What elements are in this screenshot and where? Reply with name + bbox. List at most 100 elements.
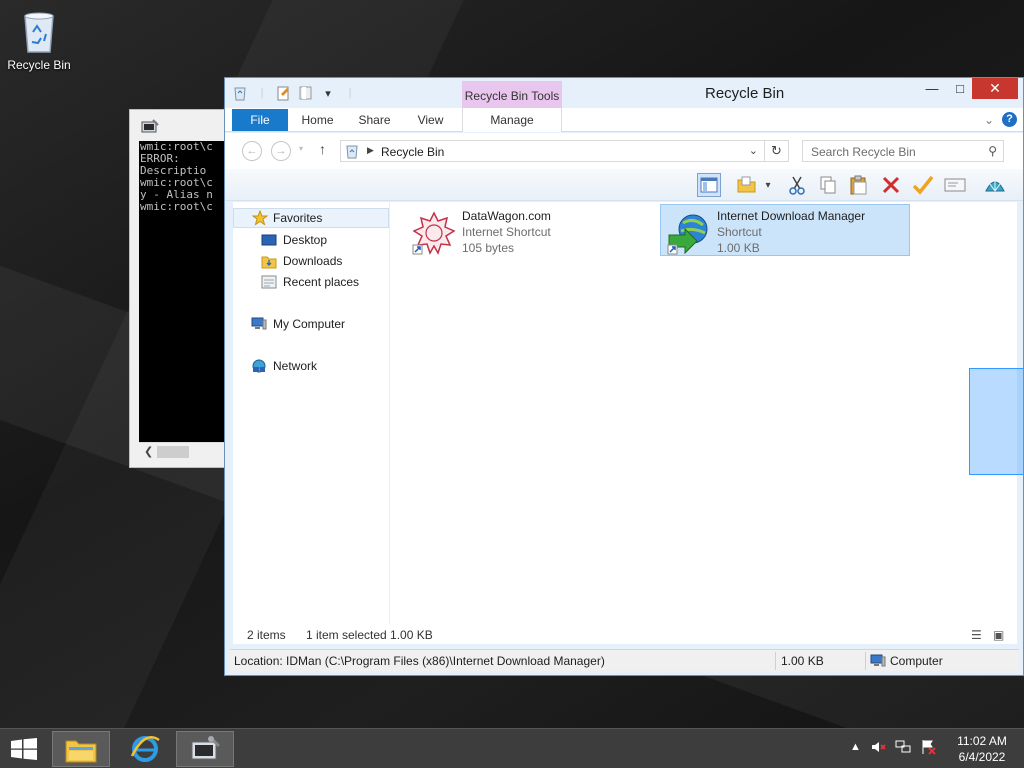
file-size: 105 bytes — [462, 241, 515, 255]
location-details-bar: Location: IDMan (C:\Program Files (x86)\… — [230, 649, 1019, 671]
refresh-button[interactable]: ↻ — [765, 140, 789, 162]
search-icon[interactable]: ⚲ — [988, 144, 997, 158]
up-arrow-icon[interactable]: ↑ — [319, 141, 326, 157]
delete-button[interactable] — [879, 173, 903, 197]
computer-icon — [251, 317, 267, 330]
desktop-recycle-bin-label: Recycle Bin — [7, 58, 71, 72]
address-bar-row: ← → ▾ ↑ ▶ Recycle Bin ⌄ ↻ Search Recycle… — [225, 133, 1023, 169]
list-item-selected[interactable]: Internet Download Manager Shortcut 1.00 … — [660, 204, 910, 256]
windows-start-icon[interactable] — [10, 738, 38, 760]
breadcrumb-separator-icon[interactable]: ▶ — [367, 145, 374, 156]
search-input[interactable]: Search Recycle Bin — [811, 145, 916, 159]
sidebar-item-favorites[interactable]: Favorites — [233, 208, 389, 228]
scroll-left-icon[interactable]: ❮ — [144, 445, 153, 458]
internet-explorer-icon — [130, 736, 160, 762]
breadcrumb-path[interactable]: Recycle Bin — [381, 145, 444, 159]
star-icon — [252, 210, 268, 226]
item-count: 2 items — [247, 628, 286, 642]
command-toolbar: ▾ — [225, 169, 1023, 201]
recent-locations-chevron-icon[interactable]: ▾ — [299, 144, 303, 153]
network-icon — [252, 359, 266, 373]
maximize-button[interactable]: □ — [945, 78, 975, 100]
action-center-flag-icon[interactable] — [920, 739, 936, 755]
close-button[interactable]: ✕ — [972, 78, 1018, 99]
list-item[interactable]: DataWagon.com Internet Shortcut 105 byte… — [406, 205, 646, 257]
sidebar-item-label: Favorites — [273, 211, 323, 225]
minimize-button[interactable]: — — [917, 78, 947, 100]
tab-manage[interactable]: Manage — [462, 108, 562, 132]
file-list[interactable]: DataWagon.com Internet Shortcut 105 byte… — [390, 202, 1024, 624]
recycle-bin-small-icon[interactable] — [231, 84, 249, 102]
shell-extension-button[interactable] — [983, 173, 1007, 197]
ribbon-tabs: File Home Share View Manage ⌄ ? — [225, 108, 1023, 132]
help-icon[interactable]: ? — [1002, 112, 1017, 127]
file-name: Internet Download Manager — [717, 209, 866, 223]
properties-icon[interactable] — [275, 84, 293, 102]
file-explorer-icon — [65, 740, 97, 763]
scissors-icon — [789, 176, 805, 195]
expand-ribbon-chevron-icon[interactable]: ⌄ — [984, 113, 994, 127]
cut-button[interactable] — [785, 173, 809, 197]
location-size: 1.00 KB — [781, 654, 824, 668]
divider — [865, 652, 866, 670]
datawagon-shortcut-icon — [412, 211, 456, 255]
back-button[interactable]: ← — [242, 141, 262, 161]
quick-access-toolbar: | ▾ | — [231, 84, 359, 102]
move-to-folder-button[interactable] — [735, 173, 759, 197]
explorer-window[interactable]: | ▾ | Recycle Bin Tools Recycle Bin — □ … — [224, 77, 1024, 676]
sidebar-item-label: My Computer — [273, 317, 346, 331]
downloads-folder-icon — [261, 256, 277, 269]
folder-options-chevron-icon[interactable]: ▾ — [761, 173, 775, 197]
forward-button[interactable]: → — [271, 141, 291, 161]
copy-icon — [820, 176, 836, 194]
window-title: Recycle Bin — [705, 85, 785, 102]
tab-share[interactable]: Share — [352, 108, 397, 132]
sidebar-item-label: Recent places — [283, 275, 360, 289]
show-hidden-icons-chevron-icon[interactable]: ▲ — [850, 741, 861, 753]
scroll-thumb[interactable] — [157, 446, 189, 458]
console-window[interactable]: wmic:root\c ERROR: Descriptio wmic:root\c y … — [129, 109, 239, 468]
selection-info: 1 item selected 1.00 KB — [306, 628, 433, 642]
taskbar-internet-explorer[interactable] — [116, 731, 174, 767]
restore-button[interactable] — [911, 173, 935, 197]
sidebar-item-network[interactable]: Network — [251, 356, 317, 376]
wmic-console-icon — [191, 735, 221, 760]
large-icons-view-icon[interactable]: ▣ — [993, 628, 1004, 642]
search-box[interactable]: Search Recycle Bin ⚲ — [802, 140, 1004, 162]
taskbar-console[interactable] — [176, 731, 234, 767]
title-bar[interactable]: | ▾ | Recycle Bin Tools Recycle Bin — □ … — [225, 78, 1023, 108]
sidebar-item-my-computer[interactable]: My Computer — [251, 314, 345, 334]
delete-x-icon — [882, 176, 900, 194]
details-view-icon[interactable]: ☰ — [971, 628, 982, 642]
computer-zone-icon — [870, 654, 886, 667]
tab-view[interactable]: View — [408, 108, 453, 132]
tab-home[interactable]: Home — [295, 108, 340, 132]
taskbar-file-explorer[interactable] — [52, 731, 110, 767]
qat-separator: | — [260, 87, 264, 99]
properties-button[interactable] — [943, 173, 967, 197]
folder-icon — [737, 176, 756, 193]
clock[interactable]: 11:02 AM 6/4/2022 — [952, 733, 1012, 765]
shell-icon — [985, 179, 1005, 192]
system-tray: ▲ — [850, 739, 936, 755]
paste-button[interactable] — [847, 173, 871, 197]
location-text: Location: IDMan (C:\Program Files (x86)\… — [234, 654, 605, 668]
address-box[interactable]: ▶ Recycle Bin ⌄ — [340, 140, 765, 162]
customize-qat-chevron-icon[interactable]: ▾ — [319, 84, 337, 102]
preview-pane-button[interactable] — [697, 173, 721, 197]
network-tray-icon[interactable] — [895, 739, 911, 755]
sidebar-item-desktop[interactable]: Desktop — [261, 230, 327, 250]
speaker-muted-icon[interactable] — [870, 739, 886, 755]
desktop: Recycle Bin wmic:root\c ERROR: Descriptio w… — [0, 0, 1024, 728]
new-folder-icon[interactable] — [297, 84, 315, 102]
address-dropdown-chevron-icon[interactable]: ⌄ — [749, 144, 758, 157]
tab-file[interactable]: File — [232, 109, 288, 131]
taskbar: ▲ 11:02 AM 6/4/2022 — [0, 728, 1024, 768]
file-type: Internet Shortcut — [462, 225, 551, 239]
copy-button[interactable] — [816, 173, 840, 197]
sidebar-item-downloads[interactable]: Downloads — [261, 251, 342, 271]
sidebar-item-recent-places[interactable]: Recent places — [261, 272, 359, 292]
selection-rectangle — [969, 368, 1024, 475]
desktop-recycle-bin[interactable]: Recycle Bin — [6, 8, 72, 72]
qat-separator: | — [348, 87, 352, 99]
